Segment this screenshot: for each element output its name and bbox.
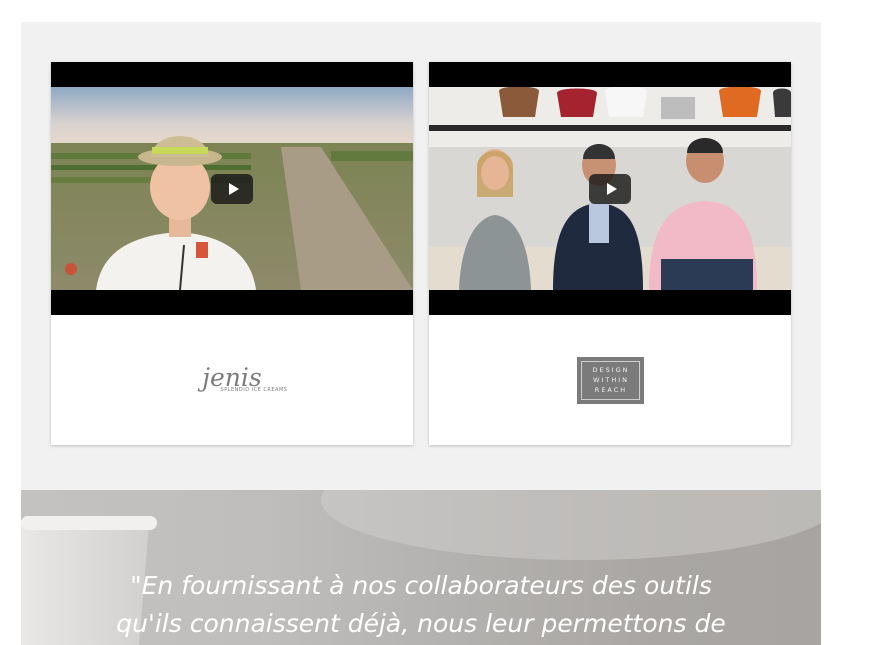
play-button[interactable]: [211, 174, 253, 204]
testimonial-line: "En fournissant à nos collaborateurs des…: [130, 571, 712, 600]
jenis-logo-tagline: SPLENDID ICE CREAMS: [220, 387, 288, 393]
logo-line: WITHIN: [593, 376, 629, 384]
design-within-reach-logo: DESIGN WITHIN REACH: [576, 356, 644, 404]
logo-line: DESIGN: [592, 366, 630, 374]
brand-logo-area: jenis SPLENDID ICE CREAMS: [51, 315, 413, 445]
video-player[interactable]: [51, 62, 413, 315]
video-gallery-panel: jenis SPLENDID ICE CREAMS DESIGN WITHIN …: [21, 22, 821, 490]
testimonial-line: qu'ils connaissent déjà, nous leur perme…: [116, 609, 726, 638]
testimonial-banner: "En fournissant à nos collaborateurs des…: [21, 490, 821, 645]
play-icon: [606, 183, 617, 195]
play-icon: [228, 183, 239, 195]
brand-logo-area: DESIGN WITHIN REACH: [429, 315, 791, 445]
video-card-design-within-reach[interactable]: DESIGN WITHIN REACH: [429, 62, 791, 445]
logo-border: DESIGN WITHIN REACH: [580, 360, 640, 400]
logo-line: REACH: [594, 386, 628, 394]
testimonial-quote: "En fournissant à nos collaborateurs des…: [21, 567, 821, 643]
video-card-jenis[interactable]: jenis SPLENDID ICE CREAMS: [51, 62, 413, 445]
jenis-logo: jenis SPLENDID ICE CREAMS: [177, 363, 288, 393]
video-player[interactable]: [429, 62, 791, 315]
jenis-logo-wordmark: jenis: [202, 363, 262, 392]
play-button[interactable]: [589, 174, 631, 204]
